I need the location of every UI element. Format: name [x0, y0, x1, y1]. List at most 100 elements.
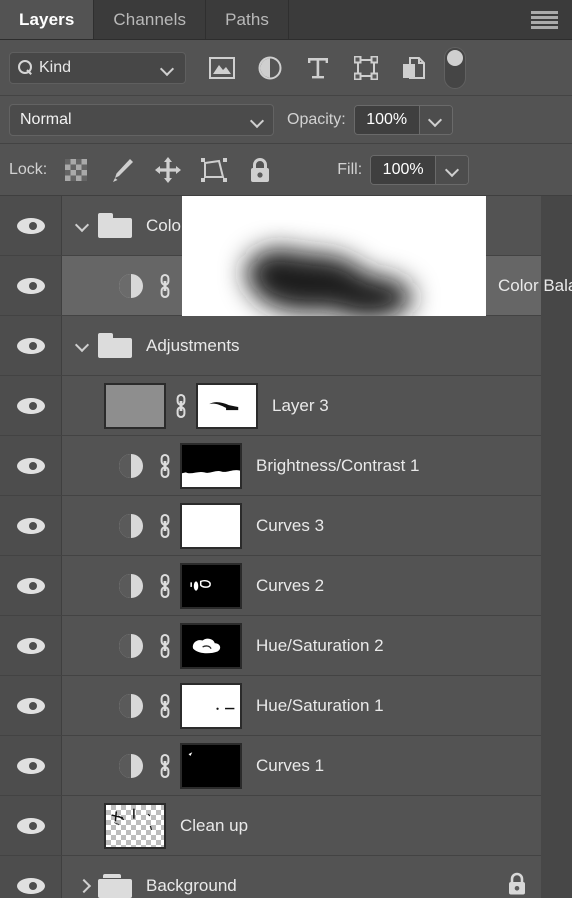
fill-stepper-icon[interactable] — [435, 155, 469, 184]
layer-name[interactable]: Brightness/Contrast 1 — [256, 456, 419, 476]
layer-name[interactable]: Color Balance 1 — [498, 276, 572, 296]
layer-row-body[interactable]: Background — [62, 856, 541, 898]
layer-name[interactable]: Curves 1 — [256, 756, 324, 776]
filter-shape-layers-icon[interactable] — [342, 48, 390, 88]
layer-name[interactable]: Clean up — [180, 816, 248, 836]
filter-pixel-layers-icon[interactable] — [198, 48, 246, 88]
layer-mask-thumbnail[interactable] — [180, 442, 242, 489]
adjustment-layer-icon[interactable] — [112, 753, 150, 778]
layer-row-background[interactable]: Background — [0, 856, 541, 898]
layer-row-body[interactable]: Color Balance 1 — [62, 196, 572, 406]
fill-value[interactable]: 100% — [371, 155, 436, 184]
layer-row-color-balance-1[interactable]: Color Balance 1 — [0, 196, 572, 406]
group-disclosure-toggle[interactable] — [68, 220, 96, 231]
layer-name[interactable]: Layer 3 — [272, 396, 329, 416]
layer-row-body[interactable]: Adjustments — [62, 316, 541, 375]
layer-name[interactable]: Hue/Saturation 1 — [256, 696, 384, 716]
adjustment-layer-icon[interactable] — [112, 513, 150, 538]
filter-type-layers-icon[interactable] — [294, 48, 342, 88]
filter-adjustment-layers-icon[interactable] — [246, 48, 294, 88]
layer-row-brightness-contrast-1[interactable]: Brightness/Contrast 1 — [0, 436, 541, 496]
layer-name[interactable]: Hue/Saturation 2 — [256, 636, 384, 656]
link-mask-icon[interactable] — [166, 392, 196, 420]
opacity-field[interactable]: 100% — [353, 104, 453, 135]
layer-name[interactable]: Background — [146, 876, 237, 896]
adjustment-layer-icon[interactable] — [112, 633, 150, 658]
layer-filter-row: Kind — [0, 40, 572, 96]
layer-visibility-toggle[interactable] — [0, 196, 62, 255]
layer-locked-icon[interactable] — [507, 871, 527, 898]
link-mask-icon[interactable] — [150, 452, 180, 480]
lock-all-icon[interactable] — [237, 150, 283, 190]
layer-row-body[interactable]: Layer 3 — [62, 376, 541, 435]
link-mask-icon[interactable] — [150, 632, 180, 660]
layer-mask-thumbnail[interactable] — [180, 622, 242, 669]
layer-row-layer-3[interactable]: Layer 3 — [0, 376, 541, 436]
layer-visibility-toggle[interactable] — [0, 496, 62, 555]
adjustment-layer-icon[interactable] — [112, 453, 150, 478]
lock-image-pixels-icon[interactable] — [99, 150, 145, 190]
group-disclosure-toggle[interactable] — [68, 340, 96, 351]
layer-name[interactable]: Adjustments — [146, 336, 240, 356]
layer-row-body[interactable]: Clean up — [62, 796, 541, 855]
fill-field[interactable]: 100% — [370, 154, 470, 185]
hamburger-menu-icon[interactable] — [531, 11, 558, 29]
layer-row-curves-1[interactable]: Curves 1 — [0, 736, 541, 796]
layer-row-body[interactable]: Brightness/Contrast 1 — [62, 436, 541, 495]
layer-list[interactable]: Color grading — [0, 196, 572, 898]
layer-row-curves-3[interactable]: Curves 3 — [0, 496, 541, 556]
layer-row-curves-2[interactable]: Curves 2 — [0, 556, 541, 616]
layer-row-body[interactable]: Hue/Saturation 2 — [62, 616, 541, 675]
layer-row-body[interactable]: Curves 1 — [62, 736, 541, 795]
layer-list-scrollbar[interactable] — [541, 196, 572, 898]
layer-name[interactable]: Curves 2 — [256, 576, 324, 596]
opacity-value[interactable]: 100% — [354, 105, 419, 134]
link-mask-icon[interactable] — [150, 692, 180, 720]
layer-mask-thumbnail[interactable] — [196, 382, 258, 429]
layer-visibility-toggle[interactable] — [0, 616, 62, 675]
filter-enable-toggle[interactable] — [444, 46, 466, 89]
filter-kind-dropdown[interactable]: Kind — [9, 51, 186, 84]
tab-paths[interactable]: Paths — [206, 0, 290, 39]
link-mask-icon[interactable] — [150, 272, 180, 300]
link-mask-icon[interactable] — [150, 752, 180, 780]
layer-visibility-toggle[interactable] — [0, 796, 62, 855]
layer-mask-thumbnail[interactable] — [180, 742, 242, 789]
layer-visibility-toggle[interactable] — [0, 256, 62, 315]
layer-row-hue-saturation-1[interactable]: Hue/Saturation 1 — [0, 676, 541, 736]
lock-position-icon[interactable] — [145, 150, 191, 190]
layer-mask-thumbnail[interactable] — [180, 682, 242, 729]
lock-transparent-pixels-icon[interactable] — [53, 150, 99, 190]
filter-smart-object-layers-icon[interactable] — [390, 48, 438, 88]
layer-mask-thumbnail[interactable] — [180, 502, 242, 549]
blend-mode-dropdown[interactable]: Normal — [9, 103, 274, 136]
layer-row-clean-up[interactable]: Clean up — [0, 796, 541, 856]
layer-name[interactable]: Curves 3 — [256, 516, 324, 536]
adjustment-layer-icon[interactable] — [112, 573, 150, 598]
layer-mask-thumbnail[interactable] — [180, 562, 242, 609]
chevron-down-icon — [76, 340, 89, 351]
layer-visibility-toggle[interactable] — [0, 676, 62, 735]
layer-visibility-toggle[interactable] — [0, 736, 62, 795]
adjustment-layer-icon[interactable] — [112, 693, 150, 718]
layer-visibility-toggle[interactable] — [0, 436, 62, 495]
layer-visibility-toggle[interactable] — [0, 856, 62, 898]
layer-thumbnail[interactable] — [104, 802, 166, 849]
link-mask-icon[interactable] — [150, 512, 180, 540]
layer-thumbnail[interactable] — [104, 382, 166, 429]
layer-row-adjustments[interactable]: Adjustments — [0, 316, 541, 376]
layer-row-body[interactable]: Hue/Saturation 1 — [62, 676, 541, 735]
adjustment-layer-icon[interactable] — [112, 273, 150, 298]
layer-row-body[interactable]: Curves 2 — [62, 556, 541, 615]
layer-visibility-toggle[interactable] — [0, 556, 62, 615]
layer-visibility-toggle[interactable] — [0, 376, 62, 435]
layer-visibility-toggle[interactable] — [0, 316, 62, 375]
link-mask-icon[interactable] — [150, 572, 180, 600]
opacity-stepper-icon[interactable] — [418, 105, 452, 134]
tab-channels[interactable]: Channels — [94, 0, 207, 39]
layer-row-hue-saturation-2[interactable]: Hue/Saturation 2 — [0, 616, 541, 676]
tab-layers[interactable]: Layers — [0, 0, 95, 39]
lock-artboard-nesting-icon[interactable] — [191, 150, 237, 190]
layer-row-body[interactable]: Curves 3 — [62, 496, 541, 555]
group-disclosure-toggle[interactable] — [68, 880, 96, 891]
